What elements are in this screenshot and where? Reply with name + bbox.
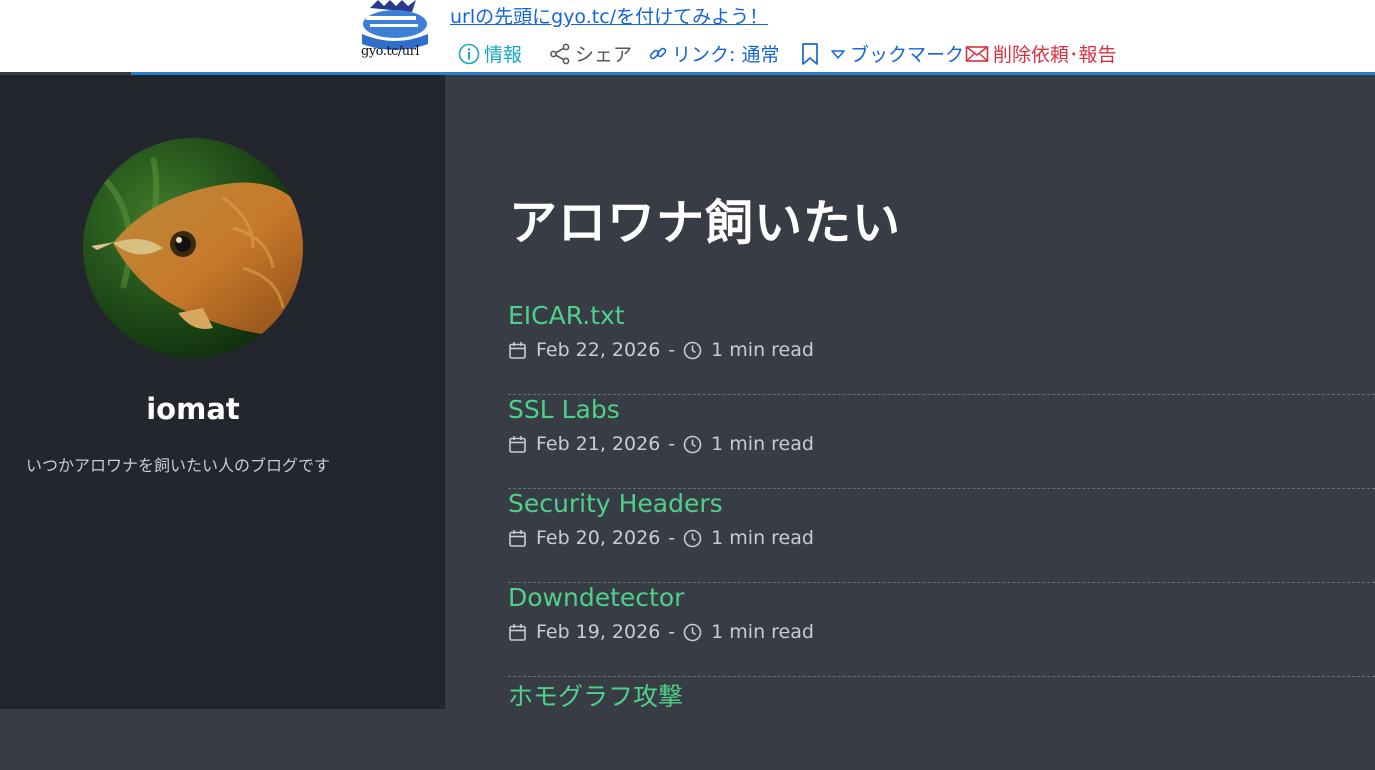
post-title-link[interactable]: SSL Labs	[508, 395, 620, 424]
triangle-down-icon	[831, 49, 845, 59]
calendar-icon	[509, 623, 526, 641]
post-date: Feb 19, 2026	[536, 621, 661, 643]
post-read-time: 1 min read	[711, 339, 814, 361]
post-item: SSL Labs Feb 21, 2026 - 1 min read	[508, 395, 1375, 489]
clock-icon	[683, 341, 702, 359]
post-title-link[interactable]: EICAR.txt	[508, 301, 625, 330]
info-label: 情報	[484, 44, 523, 66]
post-date: Feb 21, 2026	[536, 433, 661, 455]
info-icon	[458, 43, 480, 64]
post-item: ホモグラフ攻撃	[508, 677, 1375, 770]
calendar-icon	[509, 529, 526, 547]
post-title-link[interactable]: Security Headers	[508, 489, 723, 518]
clock-icon	[683, 623, 702, 641]
bookmark-label: ブックマーク	[850, 44, 965, 66]
main-content: アロワナ飼いたい EICAR.txt Feb 22, 2026 - 1 min …	[445, 75, 1375, 711]
sidebar: iomat いつかアロワナを飼いたい人のブログです	[0, 75, 445, 709]
post-date: Feb 22, 2026	[536, 339, 661, 361]
link-icon	[649, 47, 667, 59]
post-date: Feb 20, 2026	[536, 527, 661, 549]
author-bio: いつかアロワナを飼いたい人のブログです	[26, 456, 331, 475]
link-mode-button[interactable]: リンク: 通常	[648, 40, 779, 67]
post-read-time: 1 min read	[711, 527, 814, 549]
report-label: 削除依頼･報告	[993, 44, 1117, 66]
post-meta: Feb 19, 2026 - 1 min read	[508, 621, 814, 643]
avatar	[83, 138, 303, 358]
clock-icon	[683, 435, 702, 453]
calendar-icon	[509, 341, 526, 359]
bookmark-icon	[802, 42, 818, 65]
post-meta: Feb 20, 2026 - 1 min read	[508, 527, 814, 549]
info-button[interactable]: 情報	[458, 40, 522, 67]
post-item: Security Headers Feb 20, 2026 - 1 min re…	[508, 489, 1375, 583]
arowana-avatar-image	[83, 138, 303, 358]
post-title-link[interactable]: Downdetector	[508, 583, 684, 612]
share-label: シェア	[575, 44, 633, 66]
post-read-time: 1 min read	[711, 433, 814, 455]
clock-icon	[683, 529, 702, 547]
post-read-time: 1 min read	[711, 621, 814, 643]
post-list: EICAR.txt Feb 22, 2026 - 1 min read SSL …	[508, 301, 1375, 770]
gyotc-toolbar: gyo.tc/url urlの先頭にgyo.tc/を付けてみよう！ 情報 シェア…	[0, 0, 1375, 72]
post-item: Downdetector Feb 19, 2026 - 1 min read	[508, 583, 1375, 677]
logo-text: gyo.tc/url	[361, 44, 420, 59]
mail-icon	[965, 45, 989, 62]
post-meta: Feb 22, 2026 - 1 min read	[508, 339, 814, 361]
meta-separator: -	[668, 339, 676, 361]
calendar-icon	[509, 435, 526, 453]
link-mode-label: リンク: 通常	[672, 44, 780, 66]
meta-separator: -	[668, 433, 676, 455]
report-button[interactable]: 削除依頼･報告	[965, 40, 1117, 67]
meta-separator: -	[668, 527, 676, 549]
page-title: アロワナ飼いたい	[509, 195, 902, 251]
share-button[interactable]: シェア	[549, 40, 632, 67]
post-title-link[interactable]: ホモグラフ攻撃	[508, 677, 683, 713]
share-icon	[550, 43, 570, 64]
author-name: iomat	[146, 392, 240, 426]
bookmark-button[interactable]: ブックマーク	[800, 40, 964, 67]
meta-separator: -	[668, 621, 676, 643]
post-item: EICAR.txt Feb 22, 2026 - 1 min read	[508, 301, 1375, 395]
post-meta: Feb 21, 2026 - 1 min read	[508, 433, 814, 455]
gyotc-tip-link[interactable]: urlの先頭にgyo.tc/を付けてみよう！	[450, 2, 768, 29]
